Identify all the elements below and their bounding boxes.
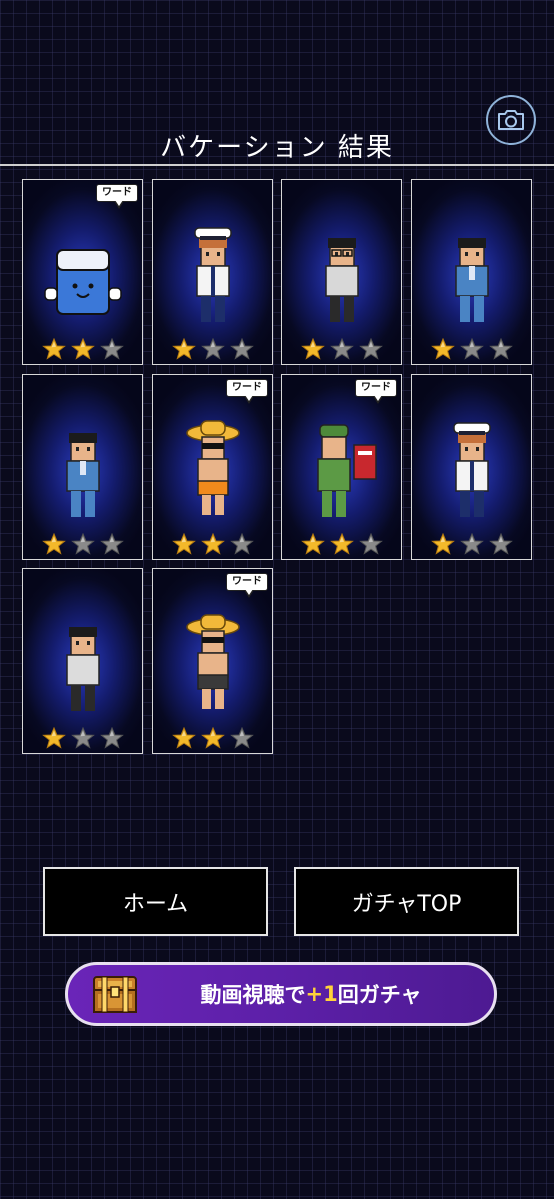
gacha-top-button-label: ガチャTOP <box>351 891 462 917</box>
star-empty-icon <box>359 532 383 555</box>
star-empty-icon <box>230 337 254 360</box>
word-badge: ワード <box>355 379 397 404</box>
green-soldier-with-mailbox-character <box>302 415 382 525</box>
star-empty-icon <box>230 726 254 749</box>
star-empty-icon <box>100 532 124 555</box>
result-card[interactable] <box>22 568 143 754</box>
star-empty-icon <box>71 532 95 555</box>
star-rating <box>172 726 254 749</box>
man-in-blue-suit-character <box>432 220 512 330</box>
star-rating <box>42 532 124 555</box>
star-empty-icon <box>201 337 225 360</box>
star-empty-icon <box>489 337 513 360</box>
page-title: バケーション 結果 <box>160 133 394 163</box>
star-rating <box>431 337 513 360</box>
home-button-label: ホーム <box>122 891 189 917</box>
star-filled-icon <box>172 337 196 360</box>
star-filled-icon <box>42 726 66 749</box>
treasure-chest-icon <box>93 976 137 1013</box>
star-filled-icon <box>201 726 225 749</box>
star-empty-icon <box>330 337 354 360</box>
result-card[interactable] <box>281 179 402 365</box>
star-filled-icon <box>42 337 66 360</box>
man-with-glasses-character <box>302 220 382 330</box>
result-card[interactable] <box>411 179 532 365</box>
star-rating <box>172 337 254 360</box>
result-card[interactable]: ワード <box>152 374 273 560</box>
star-rating <box>42 726 124 749</box>
eraser-mascot-character <box>43 220 123 330</box>
star-empty-icon <box>71 726 95 749</box>
result-card[interactable] <box>152 179 273 365</box>
straw-hat-sunglasses-dark-character <box>173 609 253 719</box>
star-rating <box>172 532 254 555</box>
star-rating <box>301 337 383 360</box>
star-filled-icon <box>431 337 455 360</box>
video-label-prefix: 動画視聴で <box>200 983 306 1007</box>
star-filled-icon <box>431 532 455 555</box>
star-rating <box>42 337 124 360</box>
star-rating <box>301 532 383 555</box>
star-filled-icon <box>42 532 66 555</box>
star-empty-icon <box>230 532 254 555</box>
watch-video-gacha-label: 動画視聴で +1 回ガチャ <box>148 965 474 1023</box>
star-filled-icon <box>301 532 325 555</box>
man-in-white-shirt-character <box>43 609 123 719</box>
star-filled-icon <box>201 532 225 555</box>
result-card[interactable]: ワード <box>22 179 143 365</box>
result-card[interactable] <box>411 374 532 560</box>
captain-character <box>173 220 253 330</box>
watch-video-gacha-button[interactable]: 動画視聴で +1 回ガチャ <box>65 962 497 1026</box>
captain-character <box>432 415 512 525</box>
star-filled-icon <box>330 532 354 555</box>
star-filled-icon <box>71 337 95 360</box>
star-empty-icon <box>460 532 484 555</box>
word-badge: ワード <box>96 184 138 209</box>
star-rating <box>431 532 513 555</box>
star-empty-icon <box>460 337 484 360</box>
word-badge: ワード <box>226 379 268 404</box>
star-empty-icon <box>489 532 513 555</box>
star-empty-icon <box>100 726 124 749</box>
result-card[interactable] <box>22 374 143 560</box>
home-button[interactable]: ホーム <box>43 867 268 936</box>
word-badge: ワード <box>226 573 268 598</box>
straw-hat-sunglasses-character <box>173 415 253 525</box>
star-filled-icon <box>172 532 196 555</box>
video-label-suffix: 回ガチャ <box>337 983 422 1007</box>
video-label-plus: +1 <box>305 982 338 1006</box>
title-divider <box>0 164 554 166</box>
gacha-top-button[interactable]: ガチャTOP <box>294 867 519 936</box>
man-in-blue-suit-character <box>43 415 123 525</box>
result-card[interactable]: ワード <box>152 568 273 754</box>
star-empty-icon <box>359 337 383 360</box>
star-empty-icon <box>100 337 124 360</box>
star-filled-icon <box>172 726 196 749</box>
result-card[interactable]: ワード <box>281 374 402 560</box>
star-filled-icon <box>301 337 325 360</box>
